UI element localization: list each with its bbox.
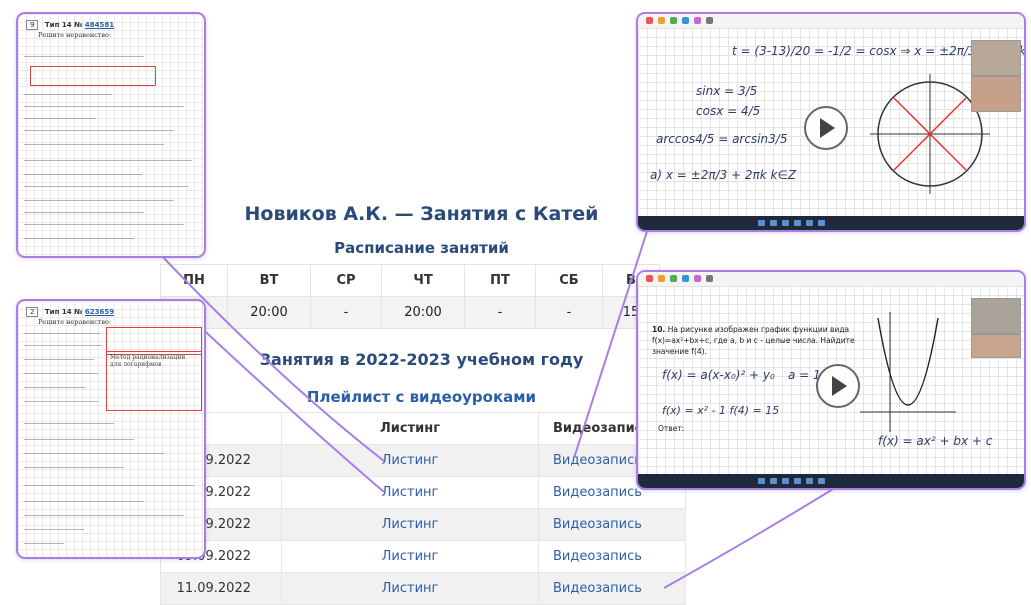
- webcam-tile: [971, 40, 1021, 76]
- video-preview-card[interactable]: 10. На рисунке изображен график функции …: [636, 270, 1026, 490]
- text-line: [24, 515, 184, 516]
- schedule-table: ПН ВТ СР ЧТ ПТ СБ В 20:00 - 20:00 - - 15: [160, 264, 660, 329]
- webcam-tile: [971, 334, 1021, 358]
- answer-label: Ответ:: [658, 424, 685, 433]
- day-time: -: [535, 296, 603, 329]
- task-text: На рисунке изображен график функции вида…: [652, 325, 855, 356]
- connector-line: [663, 485, 839, 589]
- day-time: -: [310, 296, 382, 329]
- schedule-header-row: ПН ВТ СР ЧТ ПТ СБ В: [160, 264, 660, 297]
- day-time: -: [464, 296, 536, 329]
- text-line: [24, 439, 134, 440]
- text-line: [24, 224, 184, 225]
- text-line: [24, 106, 184, 107]
- day-time: 20:00: [381, 296, 465, 329]
- listing-header: Листинг: [281, 412, 539, 445]
- highlight-box: [30, 66, 156, 86]
- table-row: 01.09.2022 Листинг Видеозапись: [160, 444, 686, 477]
- handwriting: arccos4/5 = arcsin3/5: [656, 132, 788, 146]
- text-line: [24, 144, 164, 145]
- text-line: [24, 186, 188, 187]
- taskbar: [638, 474, 1024, 488]
- text-line: [24, 423, 114, 424]
- text-line: [24, 160, 192, 161]
- text-line: [24, 501, 144, 502]
- text-line: [24, 345, 102, 346]
- listing-link[interactable]: Листинг: [281, 508, 539, 541]
- task-number: 9: [26, 20, 39, 30]
- text-line: [24, 56, 144, 57]
- table-row: 09.09.2022 Листинг Видеозапись: [160, 540, 686, 573]
- lessons-header-row: Дата Листинг Видеозапись: [160, 412, 686, 445]
- webcam-tile: [971, 298, 1021, 334]
- task-block: 10. На рисунке изображен график функции …: [652, 324, 862, 357]
- task-type: Тип 14 №: [44, 21, 83, 29]
- day-header: ВТ: [227, 264, 311, 297]
- text-line: [24, 359, 94, 360]
- webcam-tile: [971, 76, 1021, 112]
- text-line: [24, 200, 174, 201]
- text-line: [24, 387, 86, 388]
- text-line: [24, 94, 112, 95]
- listing-link[interactable]: Листинг: [281, 540, 539, 573]
- schedule-time-row: 20:00 - 20:00 - - 15: [160, 296, 660, 329]
- text-line: [24, 130, 174, 131]
- text-line: [24, 238, 134, 239]
- play-button[interactable]: [804, 106, 848, 150]
- task-header: 9 Тип 14 № 484581: [26, 20, 114, 30]
- listing-preview-card[interactable]: 2 Тип 14 № 623659 Решите неравенство: Ме…: [16, 299, 206, 559]
- method-note: Метод рационализации для логарифмов: [110, 354, 186, 368]
- play-button[interactable]: [816, 364, 860, 408]
- text-line: [24, 529, 84, 530]
- text-line: [24, 543, 64, 544]
- handwriting: cosx = 4/5: [696, 104, 761, 118]
- task-number: 2: [26, 307, 39, 317]
- handwriting: a) x = ±2π/3 + 2πk k∈Z: [650, 168, 797, 182]
- table-row: 06.09.2022 Листинг Видеозапись: [160, 508, 686, 541]
- task-header: 2 Тип 14 № 623659: [26, 307, 114, 317]
- page: Новиков А.К. — Занятия с Катей Расписани…: [0, 0, 1031, 605]
- day-header: ЧТ: [381, 264, 465, 297]
- video-link[interactable]: Видеозапись: [538, 508, 686, 541]
- video-preview-card[interactable]: t = (3-13)/20 = -1/2 = cosx ⇒ x = ±2π/3 …: [636, 12, 1026, 232]
- day-header: СР: [310, 264, 382, 297]
- taskbar: [638, 216, 1024, 230]
- handwriting: sinx = 3/5: [696, 84, 758, 98]
- task-id-link[interactable]: 623659: [85, 308, 114, 316]
- listing-preview-card[interactable]: 9 Тип 14 № 484581 Решите неравенство:: [16, 12, 206, 258]
- handwriting: f(x) = a(x-x₀)² + y₀: [662, 368, 775, 382]
- day-header: ПТ: [464, 264, 536, 297]
- text-line: [24, 333, 100, 334]
- whiteboard-toolbar: [638, 272, 1024, 287]
- table-row: 05.09.2022 Листинг Видеозапись: [160, 476, 686, 509]
- task-id-link[interactable]: 484581: [85, 21, 114, 29]
- task-type: Тип 14 №: [44, 308, 83, 316]
- text-line: [24, 118, 96, 119]
- parabola-sketch: [860, 312, 956, 432]
- listing-link[interactable]: Листинг: [281, 444, 539, 477]
- text-line: [24, 485, 194, 486]
- task-number: 10.: [652, 325, 666, 334]
- handwriting: f(x) = ax² + bx + c: [878, 434, 993, 448]
- day-header: СБ: [535, 264, 603, 297]
- task-statement: Решите неравенство:: [38, 318, 112, 326]
- lessons-table: Дата Листинг Видеозапись 01.09.2022 Лист…: [160, 412, 686, 605]
- day-time: 20:00: [227, 296, 311, 329]
- text-line: [24, 401, 98, 402]
- task-statement: Решите неравенство:: [38, 31, 112, 39]
- whiteboard-toolbar: [638, 14, 1024, 29]
- text-line: [24, 212, 144, 213]
- day-header: ПН: [160, 264, 228, 297]
- listing-link[interactable]: Листинг: [281, 476, 539, 509]
- video-link[interactable]: Видеозапись: [538, 540, 686, 573]
- text-line: [24, 467, 124, 468]
- text-line: [24, 174, 142, 175]
- handwriting: f(x) = x² - 1 f(4) = 15: [662, 404, 780, 417]
- text-line: [24, 373, 98, 374]
- text-line: [24, 453, 164, 454]
